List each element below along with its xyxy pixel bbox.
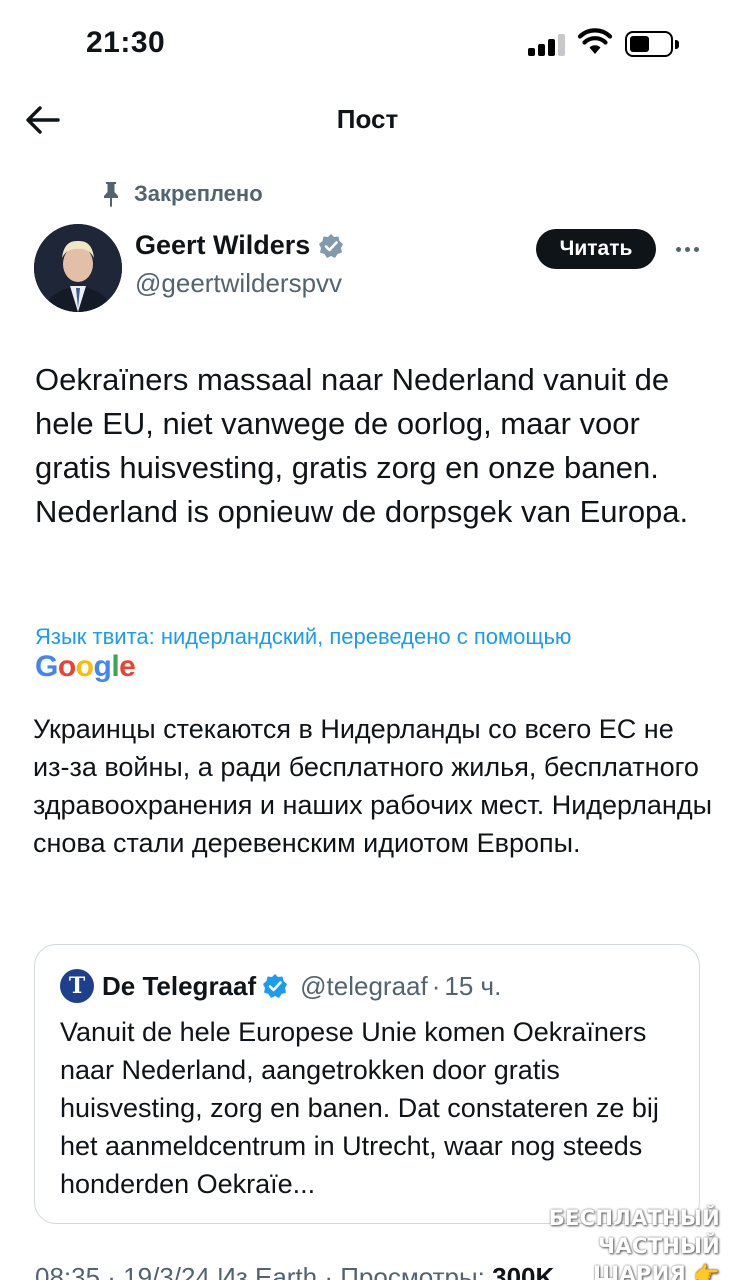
author-handle[interactable]: @geertwilderspvv	[135, 268, 342, 299]
pinned-indicator: Закреплено	[100, 178, 263, 210]
author-name-text: Geert Wilders	[135, 230, 311, 260]
avatar[interactable]	[34, 224, 122, 312]
watermark: БЕСПЛАТНЫЙ ЧАСТНЫЙ ШАРИЯ 👉 Sharij.net	[470, 1204, 720, 1280]
top-nav: Пост	[0, 88, 735, 152]
translated-text: Украинцы стекаются в Нидерланды со всего…	[33, 714, 712, 858]
more-options-icon[interactable]	[670, 232, 704, 266]
avatar-image	[34, 224, 122, 312]
pinned-label: Закреплено	[134, 181, 263, 206]
tweet-text: Oekraïners massaal naar Nederland vanuit…	[35, 362, 689, 529]
verified-badge-icon	[263, 974, 288, 998]
watermark-line-2: ШАРИЯ 👉 Sharij.net	[593, 1262, 720, 1280]
translation-info-link[interactable]: Язык твита: нидерландский, переведено с …	[35, 624, 715, 650]
quoted-tweet-card[interactable]: T De Telegraaf @telegraaf · 15 ч. Vanuit…	[34, 944, 700, 1224]
quoted-timestamp: 15 ч.	[444, 970, 502, 1001]
pin-icon	[104, 182, 118, 208]
follow-button[interactable]: Читать	[536, 229, 656, 269]
status-time: 21:30	[86, 26, 166, 59]
quoted-author-handle: @telegraaf	[300, 970, 428, 1001]
status-bar: 21:30	[0, 0, 735, 88]
author-name[interactable]: Geert Wilders	[135, 230, 344, 261]
watermark-line-1: БЕСПЛАТНЫЙ ЧАСТНЫЙ	[548, 1206, 720, 1258]
tweet-meta-text: 08:35 · 19/3/24 Из Earth · Просмотры:	[35, 1262, 485, 1280]
cellular-signal-icon	[528, 32, 568, 56]
google-logo: Google	[35, 650, 136, 683]
quoted-tweet-text: Vanuit de hele Europese Unie komen Oekra…	[60, 1017, 659, 1199]
wifi-icon	[578, 28, 612, 54]
telegraaf-logo-icon: T	[60, 969, 94, 1003]
quoted-tweet-header: T De Telegraaf @telegraaf · 15 ч.	[60, 969, 501, 1003]
page-title: Пост	[336, 104, 399, 134]
verified-badge-icon	[319, 233, 344, 258]
battery-icon	[625, 31, 679, 57]
separator-dot: ·	[431, 970, 441, 1001]
quoted-author-name: De Telegraaf	[102, 970, 257, 1001]
